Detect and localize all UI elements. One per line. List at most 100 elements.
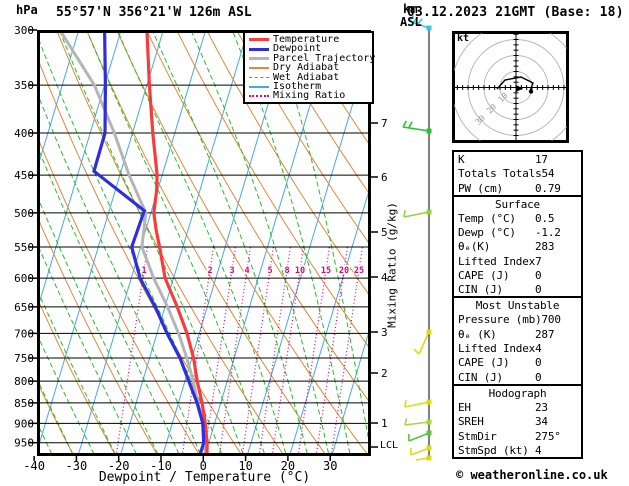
stats-label: CAPE (J): [458, 268, 510, 282]
stats-label: PW (cm): [458, 181, 503, 195]
wind-barb: [404, 399, 432, 408]
stats-value: 17: [535, 153, 548, 166]
stats-label: θₑ (K): [458, 327, 497, 341]
legend-swatch-thick: [249, 47, 269, 51]
hodograph-dot: [528, 89, 534, 94]
pressure-tick-label: 450: [14, 169, 34, 182]
stats-row: Lifted Index 4: [458, 342, 577, 356]
legend-row: Mixing Ratio: [245, 90, 372, 102]
mixing-ratio-label: 25: [354, 266, 364, 276]
wind-barb: [404, 417, 432, 426]
wind-barb-shaft: [404, 401, 430, 408]
stats-row: CIN (J) 0: [458, 371, 577, 385]
stats-label: Pressure (mb): [458, 313, 542, 327]
wind-barb-shaft: [402, 126, 430, 132]
pressure-tick-label: 350: [14, 79, 34, 92]
pressure-tick-label: 650: [14, 301, 34, 314]
stats-box-title: Surface: [495, 198, 540, 211]
stats-value: 0.5: [535, 212, 555, 226]
stats-row: SREH 34: [458, 415, 577, 429]
legend-swatch-thin: [249, 66, 269, 69]
pressure-tick-label: 950: [14, 437, 34, 450]
mixing-ratio-label: 8: [284, 266, 289, 276]
stats-value: 0: [535, 370, 542, 384]
km-tick-label: 7: [381, 117, 388, 130]
stats-value: 0: [535, 282, 542, 296]
stats-value: 283: [535, 240, 555, 254]
pressure-tick-label: 400: [14, 127, 34, 140]
wind-barb-feather: [413, 348, 420, 355]
mixing-ratio-line: [258, 245, 292, 456]
pressure-tick-label: 600: [14, 272, 34, 285]
stats-label: EH: [458, 401, 471, 415]
wind-barb: [415, 455, 432, 461]
stats-row: CIN (J) 0: [458, 283, 577, 297]
legend-swatch-thick: [249, 56, 269, 60]
legend-swatch-dotted: [249, 95, 269, 98]
stats-label: StmSpd (kt): [458, 443, 529, 457]
mixing-ratio-label: 4: [244, 266, 249, 276]
mixing-ratio-label: 20: [339, 266, 349, 276]
mixing-ratio-label: 2: [207, 266, 212, 276]
mixing-ratio-axis-label: Mixing Ratio (g/kg): [385, 202, 399, 328]
pressure-tick-label: 300: [14, 24, 34, 37]
pressure-tick-label: 800: [14, 375, 34, 388]
stats-row: Temp (°C) 0.5: [458, 212, 577, 226]
mixing-ratio-label: 10: [295, 266, 305, 276]
legend-swatch-thick: [249, 38, 269, 42]
stats-row: Lifted Index 7: [458, 255, 577, 269]
wind-barb: [402, 120, 432, 134]
wind-barb-shaft: [404, 421, 430, 426]
pressure-tick-label: 550: [14, 241, 34, 254]
stats-label: CIN (J): [458, 370, 503, 384]
pressure-tick-label: 700: [14, 327, 34, 340]
stats-box-hodograph: Hodograph EH 23 SREH 34 StmDir 275° StmSpd (kt)…: [452, 384, 583, 459]
stats-row: CAPE (J) 0: [458, 269, 577, 283]
wind-barb-shaft: [403, 211, 430, 218]
mixing-ratio-line: [330, 245, 364, 456]
stats-panel: K 17 Totals Totals 54 PW (cm) 0.79 Surface Temp…: [452, 150, 583, 459]
hodograph-unit-label: kt: [457, 33, 470, 44]
stats-value: 54: [541, 167, 555, 181]
wet-adiabat-line: [38, 93, 202, 456]
stats-value: 0: [535, 356, 542, 370]
stats-row: StmSpd (kt) 4: [458, 444, 577, 458]
legend-label: Mixing Ratio: [273, 90, 346, 102]
credit-text: © weatheronline.co.uk: [456, 468, 608, 482]
stats-label: CAPE (J): [458, 356, 510, 370]
mixing-ratio-label: 15: [321, 266, 331, 276]
wind-barb-feather: [404, 399, 407, 408]
stats-label: Totals Totals: [458, 167, 542, 181]
wind-barb: [407, 430, 432, 442]
pressure-tick-label: 900: [14, 417, 34, 430]
pressure-tick-label: 500: [14, 207, 34, 220]
pressure-tick-label: 750: [14, 352, 34, 365]
stats-value: 275°: [535, 429, 561, 443]
mixing-ratio-line: [297, 245, 331, 456]
stats-label: StmDir: [458, 429, 497, 443]
stats-value: -1.2: [535, 226, 561, 240]
wind-barb-feather: [408, 121, 413, 129]
mixing-ratio-label: 1: [141, 266, 146, 276]
pressure-axis-unit: hPa: [16, 3, 38, 17]
stats-row: StmDir 275°: [458, 430, 577, 444]
stats-row: CAPE (J) 0: [458, 356, 577, 370]
stats-value: 0: [535, 268, 542, 282]
lcl-marker-label: LCL: [380, 440, 399, 451]
stats-label: K: [458, 153, 465, 166]
km-tick-label: 1: [381, 417, 388, 430]
mixing-ratio-line: [203, 245, 237, 456]
mixing-ratio-label: 3: [229, 266, 234, 276]
stats-row: Pressure (mb) 700: [458, 313, 577, 327]
stats-value: 4: [535, 341, 542, 355]
temperature-axis-label: Dewpoint / Temperature (°C): [98, 470, 311, 485]
stats-value: 0.79: [535, 181, 561, 195]
stats-box-indices: K 17 Totals Totals 54 PW (cm) 0.79: [452, 150, 583, 197]
legend-box: Temperature Dewpoint Parcel Trajectory Dry …: [243, 31, 375, 104]
wind-barb-feather: [402, 120, 408, 128]
isotherm-line: [119, 30, 249, 456]
km-tick-label: 6: [381, 171, 388, 184]
stats-row: θₑ(K) 283: [458, 240, 577, 254]
stats-label: SREH: [458, 415, 484, 429]
stats-label: Lifted Index: [458, 341, 536, 355]
